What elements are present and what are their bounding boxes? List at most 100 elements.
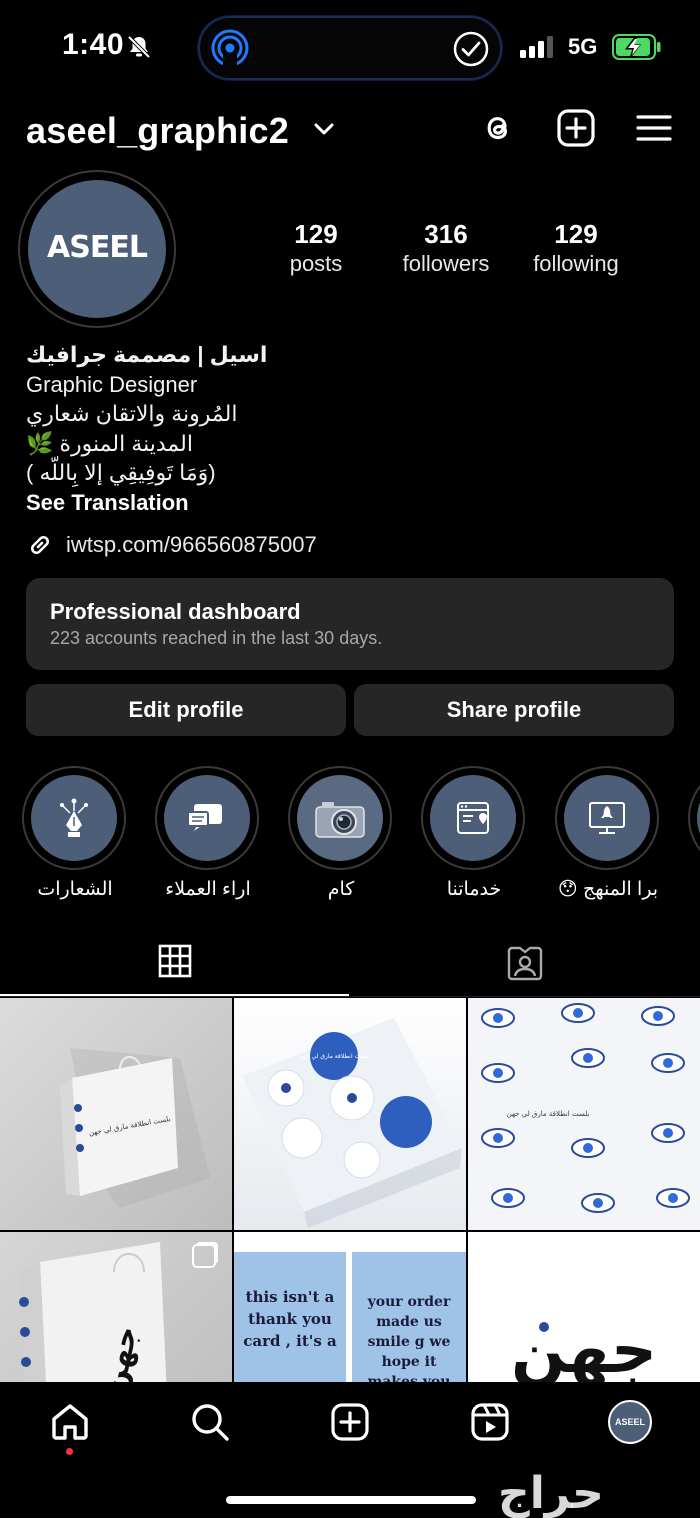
profile-tabs [0, 936, 700, 998]
share-profile-button[interactable]: Share profile [354, 684, 674, 736]
stat-posts-label: posts [289, 251, 343, 276]
eye-motif [651, 1123, 685, 1143]
shopping-bag-image: بلست انطلاقة مارق لي جهن [60, 1048, 210, 1208]
create-icon[interactable] [556, 108, 596, 148]
logo-image: جهن [511, 1314, 657, 1382]
highlight-label: خدماتنا [446, 879, 502, 900]
camera-icon [315, 802, 365, 838]
eye-motif [651, 1053, 685, 1073]
signal-icon [520, 36, 553, 58]
chat-icon [187, 804, 222, 831]
notification-dot [66, 1448, 73, 1455]
airdrop-icon [211, 29, 249, 67]
menu-icon[interactable] [634, 108, 674, 148]
bio-line-2: المُرونة والاتقان شعاري [26, 401, 238, 426]
highlight-label: اراء العملاء [165, 879, 251, 900]
rocket-screen-icon [589, 802, 625, 834]
username[interactable]: aseel_graphic2 [26, 110, 289, 152]
highlight-label: الشعارات [37, 879, 113, 900]
post-2-text: بلست انطلاقة مارق لي جهن [299, 1053, 370, 1060]
home-indicator[interactable] [226, 1496, 476, 1504]
status-time: 1:40 [62, 28, 125, 61]
chevron-down-icon[interactable] [314, 122, 334, 136]
create-post-icon[interactable] [330, 1402, 370, 1442]
profile-header: aseel_graphic2 [0, 104, 700, 160]
network-type: 5G [568, 34, 598, 59]
stat-posts-value: 129 [294, 219, 338, 249]
post-3[interactable]: بلست انطلاقة مارق لي جهن [468, 998, 700, 1230]
battery-charging-icon [612, 34, 661, 60]
grid-icon[interactable] [158, 944, 192, 978]
threads-icon[interactable] [478, 108, 518, 148]
tab-divider [0, 996, 700, 997]
tagged-icon[interactable] [506, 944, 544, 982]
eye-motif [491, 1188, 525, 1208]
stat-followers-value: 316 [424, 219, 468, 249]
post-3-text: بلست انطلاقة مارق لي جهن [507, 1110, 590, 1118]
highlight-partial[interactable] [688, 766, 700, 870]
post-6-text: جهن [511, 1314, 657, 1382]
eye-motif [641, 1006, 675, 1026]
highlight-camera[interactable]: كام [288, 766, 394, 901]
watermark: حراج [498, 1468, 604, 1518]
bio-line-1: Graphic Designer [26, 371, 198, 397]
stat-following-label: following [533, 251, 619, 276]
eye-motif [481, 1008, 515, 1028]
bio-line-4: (وَمَا تَوفِيقِي إلا بِاللّه ) [26, 460, 216, 485]
post-2[interactable]: بلست انطلاقة مارق لي جهن [234, 998, 466, 1230]
eye-motif [561, 1003, 595, 1023]
stat-following[interactable]: 129 following [506, 218, 646, 278]
home-icon[interactable] [50, 1402, 90, 1442]
link-icon [30, 535, 50, 555]
eye-motif [581, 1193, 615, 1213]
post-1[interactable]: بلست انطلاقة مارق لي جهن [0, 998, 232, 1230]
dynamic-island[interactable] [198, 16, 502, 80]
eye-motif [481, 1063, 515, 1083]
highlight-reviews[interactable]: اراء العملاء [155, 766, 261, 901]
highlight-services[interactable]: خدماتنا [421, 766, 527, 901]
bio: اسيل | مصممة جرافيك Graphic Designer الم… [26, 340, 676, 518]
eye-motif [571, 1048, 605, 1068]
multi-post-icon [192, 1244, 216, 1268]
see-translation-link[interactable]: See Translation [26, 488, 676, 518]
bio-link[interactable]: iwtsp.com/966560875007 [26, 530, 317, 560]
bio-line-3: المدينة المنورة 🌿 [26, 430, 193, 456]
highlight-label: كام [327, 879, 355, 900]
bell-slash-icon [127, 35, 151, 59]
posts-grid: بلست انطلاقة مارق لي جهن بلست انطلاقة ما… [0, 998, 700, 1382]
stat-followers-label: followers [402, 251, 490, 276]
stat-following-value: 129 [554, 219, 598, 249]
stat-posts[interactable]: 129 posts [246, 218, 386, 278]
dashboard-subtitle: 223 accounts reached in the last 30 days… [50, 628, 383, 648]
bio-name: اسيل | مصممة جرافيك [26, 342, 268, 367]
avatar-logo-text: ASEEL [47, 230, 148, 265]
status-bar: 1:40 5G [0, 0, 700, 96]
tab-active-indicator [0, 994, 349, 996]
dashboard-title: Professional dashboard [50, 599, 301, 624]
reels-icon[interactable] [470, 1402, 510, 1442]
highlight-outside-curriculum[interactable]: برا المنهج 😯 [555, 766, 661, 901]
eye-pattern-image: بلست انطلاقة مارق لي جهن [481, 1003, 690, 1213]
stickers-sheet-image: بلست انطلاقة مارق لي جهن [242, 1018, 462, 1228]
stat-followers[interactable]: 316 followers [376, 218, 516, 278]
edit-profile-button[interactable]: Edit profile [26, 684, 346, 736]
check-circle-icon [453, 31, 489, 67]
post-5-right-text: your order made us smile g we hope it ma… [367, 1294, 451, 1382]
bottom-nav: ASEEL حراج [0, 1382, 700, 1518]
search-icon[interactable] [190, 1402, 230, 1442]
bio-link-text: iwtsp.com/966560875007 [66, 532, 317, 557]
profile-avatar-icon[interactable]: ASEEL [608, 1400, 652, 1444]
eye-motif [481, 1128, 515, 1148]
post-4[interactable]: جهن [0, 1232, 232, 1382]
services-icon [457, 802, 489, 834]
post-5-left-text: this isn't a thank you card , it's a [243, 1288, 337, 1350]
post-6[interactable]: جهن [468, 1232, 700, 1382]
eye-motif [571, 1138, 605, 1158]
avatar[interactable]: ASEEL [28, 180, 166, 318]
professional-dashboard[interactable]: Professional dashboard 223 accounts reac… [26, 578, 674, 670]
highlight-logos[interactable]: الشعارات [22, 766, 128, 901]
nav-avatar-text: ASEEL [614, 1417, 645, 1427]
eye-motif [656, 1188, 690, 1208]
pen-nib-icon [60, 798, 88, 837]
post-5[interactable]: this isn't a thank you card , it's a you… [234, 1232, 466, 1382]
